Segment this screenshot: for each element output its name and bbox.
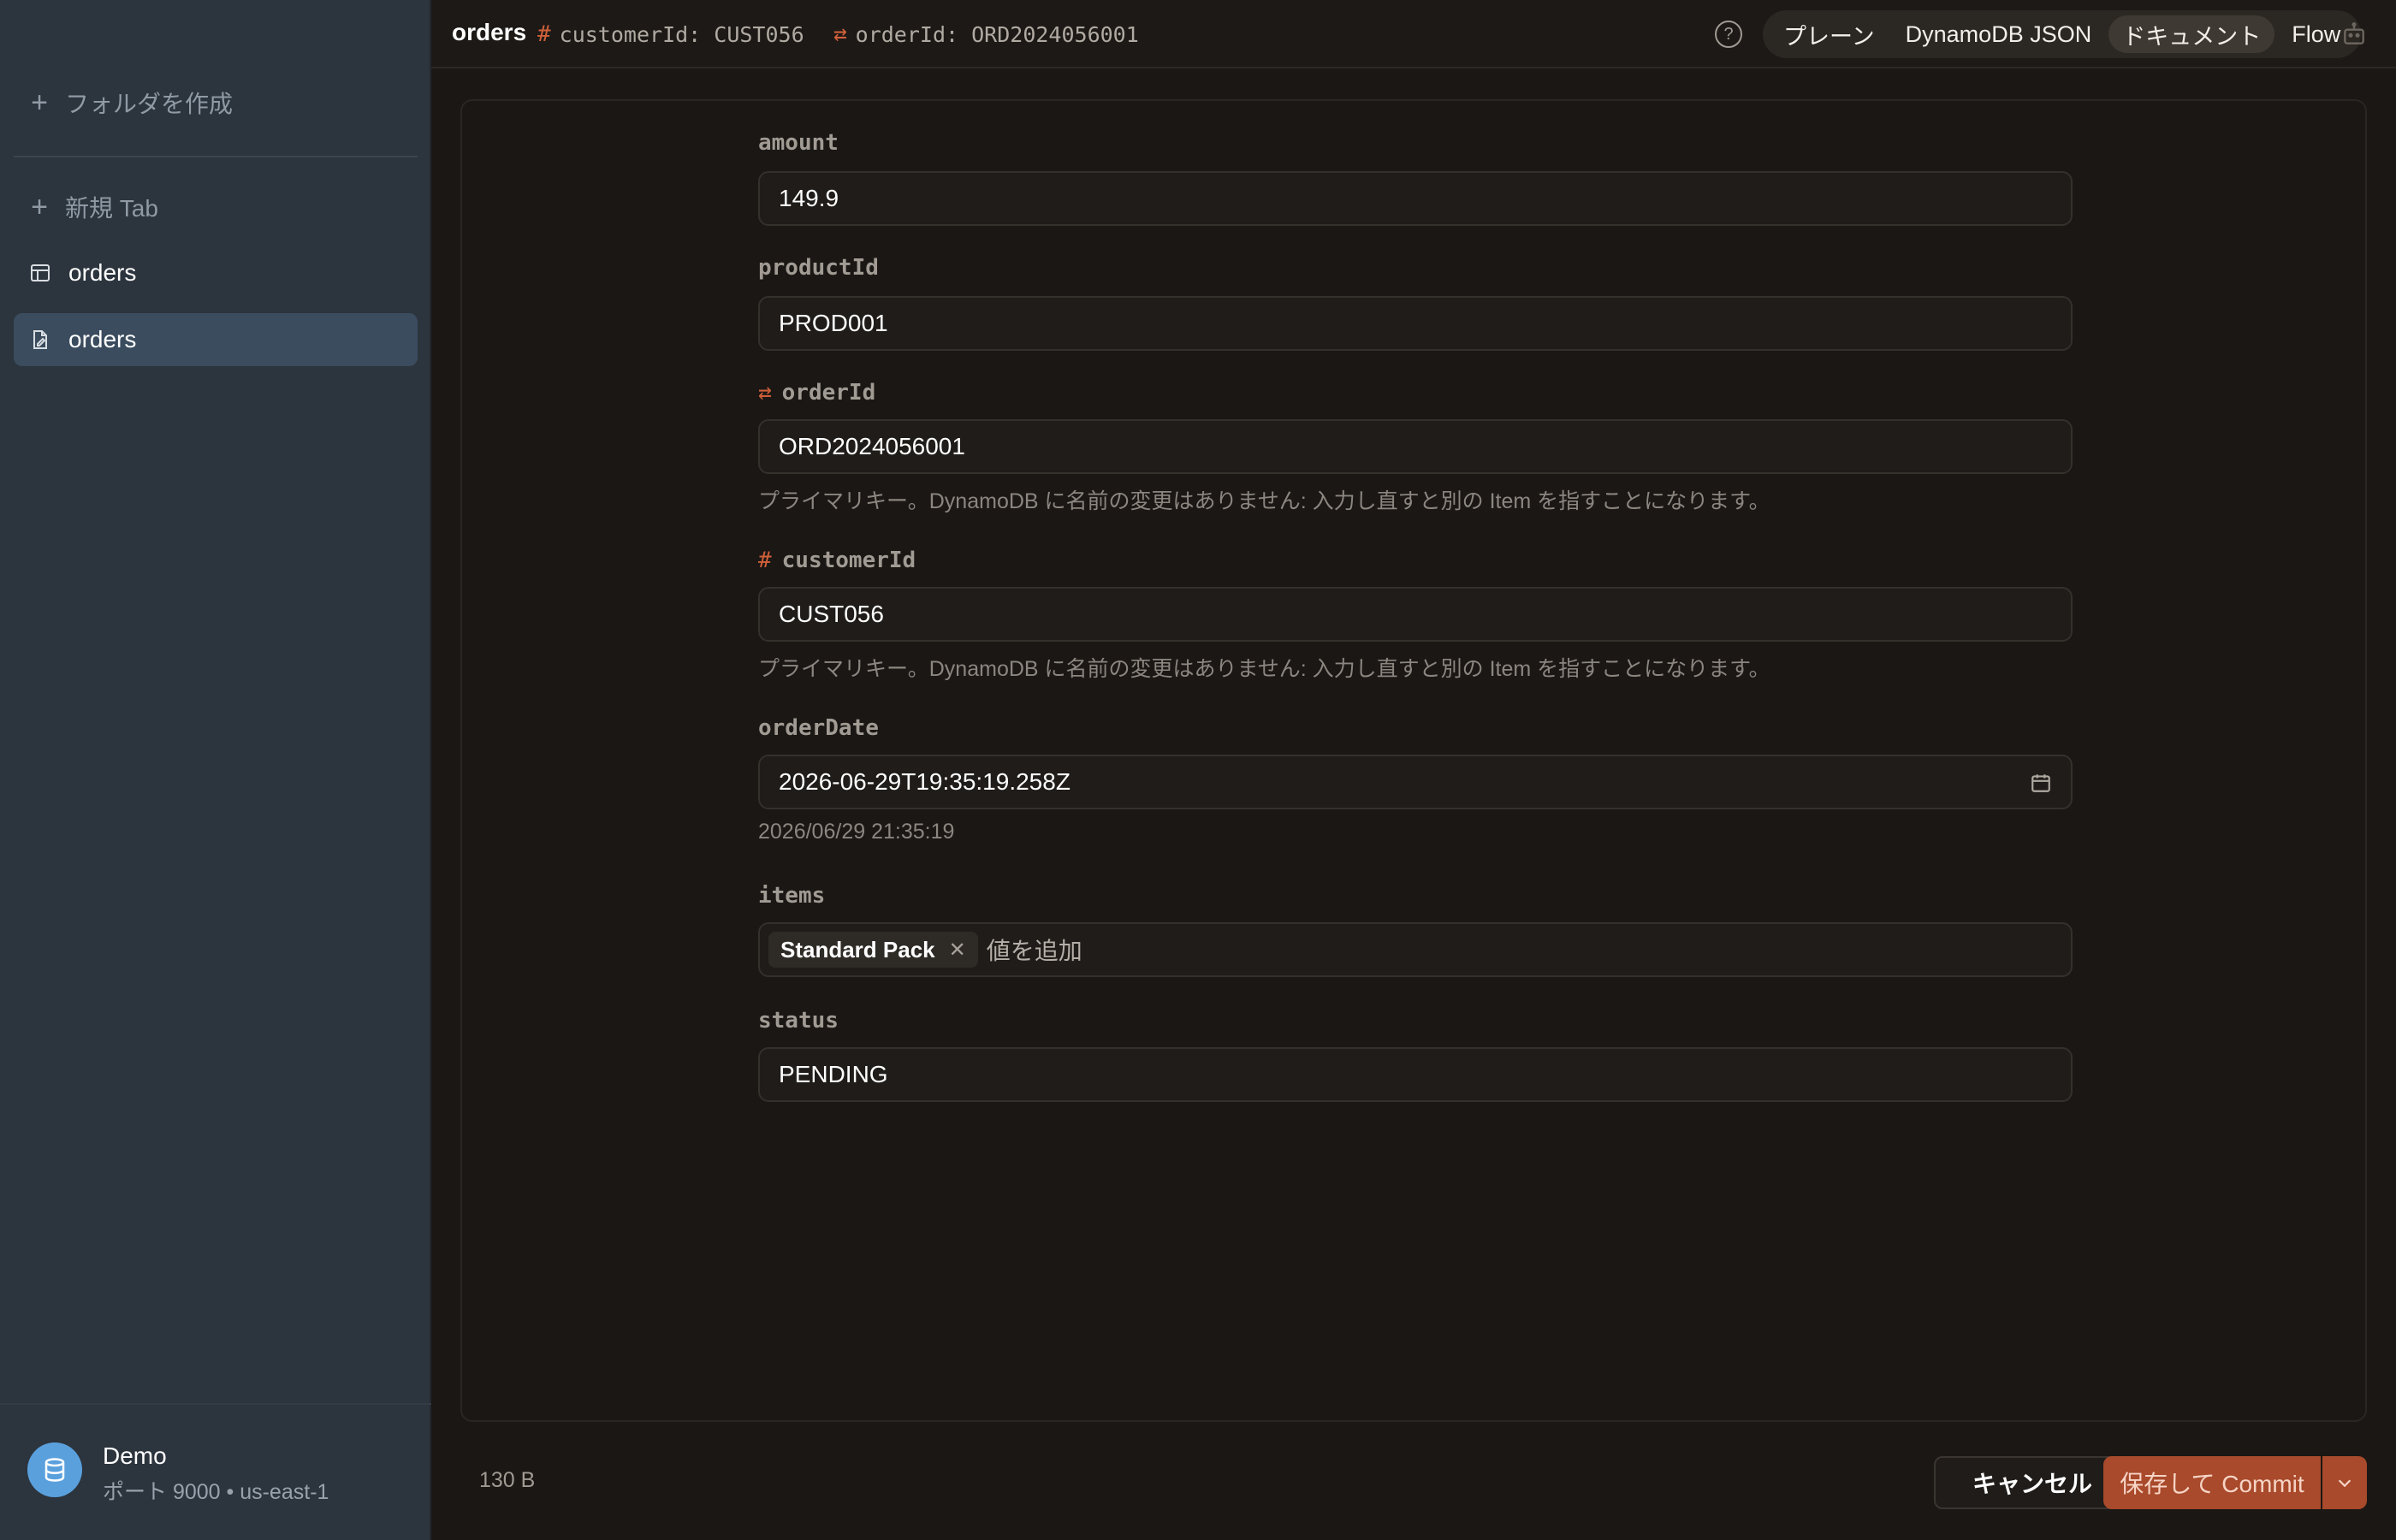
- field-label-text: orderId: [781, 380, 876, 406]
- plus-icon: +: [31, 191, 48, 223]
- table-title: orders: [452, 19, 527, 45]
- sidebar-divider: [14, 156, 418, 157]
- item-editor-card: amount 149.9 productId PROD001 ⇄ orderId…: [460, 99, 2367, 1422]
- field-label-text: orderDate: [758, 715, 879, 741]
- help-icon[interactable]: ?: [1715, 21, 1742, 48]
- sort-key-badge: ⇄ orderId: ORD2024056001: [833, 21, 1139, 47]
- field-label-orderdate: orderDate: [758, 715, 879, 741]
- database-icon: [27, 1442, 82, 1497]
- new-tab-label: 新規 Tab: [65, 195, 158, 222]
- document-icon: [29, 329, 51, 351]
- hash-icon: #: [537, 21, 551, 47]
- orderdate-local-time: 2026/06/29 21:35:19: [758, 820, 955, 844]
- orderdate-value: 2026-06-29T19:35:19.258Z: [779, 768, 1070, 795]
- partition-key-text: customerId: CUST056: [559, 21, 804, 47]
- sidebar-item-label: orders: [68, 326, 137, 352]
- chevron-down-icon: [2338, 1479, 2352, 1488]
- field-label-orderid: ⇄ orderId: [758, 380, 875, 406]
- create-folder-label: フォルダを作成: [65, 91, 234, 117]
- orderid-hint: プライマリキー。DynamoDB に名前の変更はありません: 入力し直すと別の …: [758, 489, 1770, 513]
- hash-icon: #: [758, 548, 772, 573]
- field-label-text: productId: [758, 255, 879, 281]
- partition-key-badge: # customerId: CUST056: [537, 21, 804, 47]
- field-label-items: items: [758, 883, 825, 909]
- sidebar-item-orders-document[interactable]: orders: [14, 313, 418, 366]
- field-label-text: items: [758, 883, 826, 909]
- new-tab-button[interactable]: + 新規 Tab: [29, 188, 158, 226]
- field-label-text: customerId: [781, 548, 916, 573]
- amount-input[interactable]: 149.9: [758, 171, 2073, 226]
- customerid-input[interactable]: CUST056: [758, 587, 2073, 642]
- connection-footer[interactable]: Demo ポート 9000 • us-east-1: [0, 1403, 431, 1540]
- mode-document-button[interactable]: ドキュメント: [2108, 15, 2275, 53]
- customerid-hint: プライマリキー。DynamoDB に名前の変更はありません: 入力し直すと別の …: [758, 657, 1770, 681]
- top-bar: orders # customerId: CUST056 ⇄ orderId: …: [431, 0, 2396, 68]
- calendar-icon[interactable]: [2030, 772, 2052, 794]
- sort-key-text: orderId: ORD2024056001: [855, 21, 1139, 47]
- field-label-amount: amount: [758, 130, 839, 156]
- orderid-input[interactable]: ORD2024056001: [758, 419, 2073, 474]
- mode-plain-button[interactable]: プレーン: [1770, 15, 1889, 53]
- mode-dynamodb-json-button[interactable]: DynamoDB JSON: [1892, 15, 2106, 53]
- swap-icon: ⇄: [758, 380, 772, 406]
- save-options-dropdown[interactable]: [2322, 1456, 2367, 1509]
- tag-chip-label: Standard Pack: [780, 936, 935, 962]
- field-label-text: amount: [758, 130, 839, 156]
- create-folder-button[interactable]: + フォルダを作成: [29, 84, 233, 121]
- swap-icon: ⇄: [833, 21, 847, 47]
- save-commit-button[interactable]: 保存して Commit: [2103, 1456, 2321, 1509]
- view-mode-switch: プレーン DynamoDB JSON ドキュメント Flow: [1763, 10, 2362, 58]
- field-label-text: status: [758, 1008, 839, 1034]
- item-size-label: 130 B: [479, 1468, 536, 1492]
- field-label-productid: productId: [758, 255, 879, 281]
- tag-chip: Standard Pack ✕: [768, 932, 978, 968]
- remove-tag-icon[interactable]: ✕: [949, 938, 966, 962]
- connection-details: ポート 9000 • us-east-1: [103, 1480, 329, 1504]
- field-label-customerid: # customerId: [758, 548, 916, 573]
- field-label-status: status: [758, 1008, 839, 1034]
- orderdate-input[interactable]: 2026-06-29T19:35:19.258Z: [758, 755, 2073, 809]
- add-value-placeholder[interactable]: 値を追加: [987, 933, 1082, 967]
- connection-name: Demo: [103, 1442, 167, 1469]
- sidebar-item-orders-table[interactable]: orders: [14, 246, 418, 299]
- sidebar-item-label: orders: [68, 259, 137, 286]
- plus-icon: +: [31, 86, 48, 119]
- status-input[interactable]: PENDING: [758, 1047, 2073, 1102]
- productid-input[interactable]: PROD001: [758, 296, 2073, 351]
- items-tag-input[interactable]: Standard Pack ✕ 値を追加: [758, 922, 2073, 977]
- robot-icon[interactable]: [2340, 21, 2369, 48]
- sidebar: + フォルダを作成 + 新規 Tab orders orders Demo ポー…: [0, 0, 431, 1540]
- table-icon: [29, 262, 51, 284]
- cancel-button[interactable]: キャンセル: [1934, 1456, 2131, 1509]
